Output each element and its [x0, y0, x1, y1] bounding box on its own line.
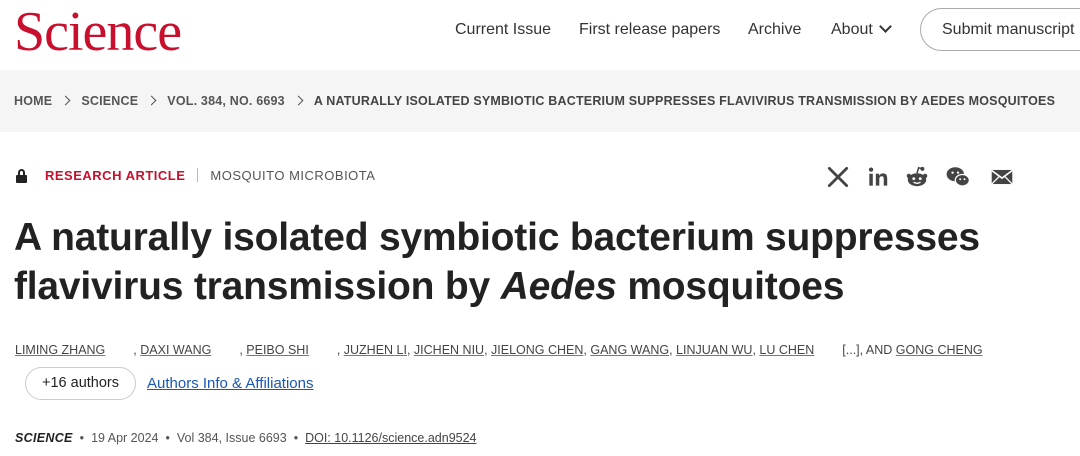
chevron-right-icon — [60, 95, 71, 106]
author-and: , AND — [859, 343, 893, 357]
author-link[interactable]: GONG CHENG — [896, 343, 983, 357]
submit-manuscript-button[interactable]: Submit manuscript — [920, 8, 1080, 51]
author-link[interactable]: JIELONG CHEN — [491, 343, 583, 357]
breadcrumb-bar: HOME SCIENCE VOL. 384, NO. 6693 A NATURALLY… — [0, 70, 1080, 132]
title-end: mosquitoes — [627, 265, 845, 308]
citation-line: SCIENCE • 19 Apr 2024 • Vol 384, Issue 6693 •… — [15, 431, 477, 445]
breadcrumb-journal[interactable]: SCIENCE — [81, 94, 138, 108]
nav-current-issue[interactable]: Current Issue — [455, 20, 551, 40]
linkedin-icon[interactable] — [865, 164, 891, 190]
citation-journal[interactable]: SCIENCE — [15, 431, 73, 445]
title-italic: Aedes — [500, 265, 617, 308]
chevron-right-icon — [293, 95, 304, 106]
nav-first-release-papers[interactable]: First release papers — [579, 20, 720, 40]
article-type: RESEARCH ARTICLE — [45, 168, 186, 183]
citation-date: 19 Apr 2024 — [91, 431, 159, 445]
author-link[interactable]: LIMING ZHANG — [15, 343, 105, 357]
chevron-right-icon — [146, 95, 157, 106]
nav-about[interactable]: About — [831, 20, 892, 40]
more-authors-button[interactable]: +16 authors — [25, 367, 136, 400]
author-link[interactable]: JUZHEN LI — [344, 343, 407, 357]
author-link[interactable]: JICHEN NIU — [414, 343, 484, 357]
divider — [197, 168, 199, 182]
author-list: LIMING ZHANG, DAXI WANG, PEIBO SHI, JUZH… — [15, 343, 983, 357]
author-link[interactable]: LU CHEN — [759, 343, 814, 357]
wechat-icon[interactable] — [945, 164, 971, 190]
article-meta-row: RESEARCH ARTICLE MOSQUITO MICROBIOTA — [16, 168, 375, 184]
breadcrumb-issue[interactable]: VOL. 384, NO. 6693 — [167, 94, 285, 108]
email-icon[interactable] — [989, 164, 1015, 190]
authors-affiliations-link[interactable]: Authors Info & Affiliations — [147, 375, 314, 392]
author-link[interactable]: DAXI WANG — [140, 343, 211, 357]
author-link[interactable]: LINJUAN WU — [676, 343, 752, 357]
site-header: Science Current Issue First release pape… — [0, 0, 1080, 70]
breadcrumb-home[interactable]: HOME — [14, 94, 52, 108]
reddit-icon[interactable] — [904, 164, 930, 190]
breadcrumb: HOME SCIENCE VOL. 384, NO. 6693 A NATURALLY… — [14, 94, 1055, 108]
article-topic[interactable]: MOSQUITO MICROBIOTA — [210, 168, 375, 183]
author-link[interactable]: PEIBO SHI — [246, 343, 309, 357]
citation-doi[interactable]: DOI: 10.1126/science.adn9524 — [305, 431, 476, 445]
science-logo[interactable]: Science — [14, 2, 182, 62]
chevron-down-icon — [878, 20, 892, 33]
article-title: A naturally isolated symbiotic bacterium… — [14, 213, 1054, 311]
citation-volume: Vol 384, Issue 6693 — [176, 431, 287, 445]
nav-archive[interactable]: Archive — [748, 20, 801, 40]
nav-about-label: About — [831, 21, 873, 38]
author-ellipsis[interactable]: [...] — [842, 343, 859, 357]
x-icon[interactable] — [825, 164, 851, 190]
author-link[interactable]: GANG WANG — [590, 343, 669, 357]
lock-icon — [16, 169, 27, 183]
breadcrumb-current: A NATURALLY ISOLATED SYMBIOTIC BACTERIUM… — [313, 94, 1056, 108]
